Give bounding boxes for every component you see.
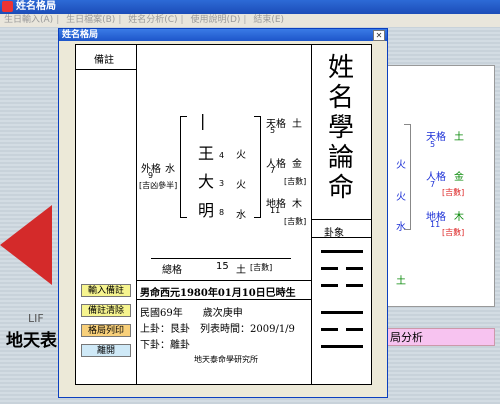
clear-note-button[interactable]: 備註清除 bbox=[81, 304, 131, 317]
ren-ge-label: 人格 bbox=[266, 159, 286, 170]
divider-right bbox=[311, 45, 312, 385]
zong-ge-element: 土 bbox=[236, 265, 246, 276]
name-char-2: 王 bbox=[198, 144, 215, 163]
app-titlebar: 姓名格局 bbox=[0, 0, 500, 14]
zong-ge-rule bbox=[151, 258, 291, 259]
ren-ge-tag: [吉數] bbox=[284, 177, 307, 186]
gua-line-3a bbox=[321, 284, 338, 287]
app-title: 姓名格局 bbox=[16, 1, 56, 12]
exit-button[interactable]: 離開 bbox=[81, 344, 131, 357]
divider-birth-top bbox=[136, 280, 311, 281]
gua-line-5a bbox=[321, 328, 338, 331]
sidebar-header: 備註 bbox=[94, 55, 114, 66]
zong-ge-label: 總格 bbox=[162, 265, 182, 276]
bg-el-3: 木 bbox=[454, 212, 464, 223]
footer-institute: 地天泰命學研究所 bbox=[194, 355, 258, 364]
page-heading: 姓名學論命 bbox=[328, 53, 358, 203]
wai-ge-element: 水 bbox=[165, 164, 175, 175]
gua-label: 卦象 bbox=[324, 228, 344, 239]
bg-ge-1: 天格 bbox=[426, 132, 446, 143]
print-chart-button[interactable]: 格局列印 bbox=[81, 324, 131, 337]
di-ge-element: 木 bbox=[292, 199, 302, 210]
heading-char: 名 bbox=[328, 83, 355, 113]
bg-el-2: 金 bbox=[454, 172, 464, 183]
gua-line-2b bbox=[346, 267, 363, 270]
element-3: 水 bbox=[236, 210, 246, 221]
heading-char: 命 bbox=[328, 173, 355, 203]
dialog-titlebar: 姓名格局 ✕ bbox=[59, 29, 387, 41]
lower-gua-info: 下卦：離卦 bbox=[140, 340, 190, 351]
menu-birth-file[interactable]: 生日檔案(B) bbox=[66, 15, 115, 25]
divider-gua-top bbox=[311, 219, 372, 220]
ren-ge-num: 7 bbox=[270, 166, 276, 175]
element-2: 火 bbox=[236, 180, 246, 191]
bg-bracket bbox=[404, 124, 411, 230]
ren-ge-element: 金 bbox=[292, 159, 302, 170]
menu-exit[interactable]: 結束(E) bbox=[253, 15, 284, 25]
gua-line-6 bbox=[321, 345, 363, 348]
tian-ge-label: 天格 bbox=[266, 119, 286, 130]
menu-birth-input[interactable]: 生日輸入(A) bbox=[4, 15, 53, 25]
bg-num-2: 7 bbox=[430, 180, 436, 189]
input-note-button[interactable]: 輸入備註 bbox=[81, 284, 131, 297]
heading-char: 論 bbox=[328, 143, 355, 173]
heading-char: 學 bbox=[328, 113, 355, 143]
menu-bar: 生日輸入(A) | 生日檔案(B) | 姓名分析(C) | 使用說明(D) | 結束(E… bbox=[0, 14, 500, 28]
divider-left bbox=[136, 45, 137, 385]
chart-sheet: 備註 輸入備註 備註清除 格局列印 離開 姓名學論命 卦象 | 王 大 明 4 … bbox=[75, 44, 372, 385]
stroke-3: 3 bbox=[219, 179, 225, 188]
background-window: 火 火 水 天格 土 5 人格 金 7 [吉數] 地格 木 11 [吉數] 土 bbox=[385, 65, 495, 307]
menu-help[interactable]: 使用說明(D) bbox=[190, 15, 240, 25]
background-small-text: LIF bbox=[28, 312, 44, 325]
name-char-3: 大 bbox=[198, 172, 215, 191]
stroke-2: 4 bbox=[219, 151, 225, 160]
birth-info: 男命西元1980年01月10日巳時生 bbox=[140, 288, 296, 299]
menu-name-analysis[interactable]: 姓名分析(C) bbox=[128, 15, 177, 25]
gua-line-3b bbox=[346, 284, 363, 287]
divider-sidebar-header bbox=[76, 69, 137, 70]
di-ge-num: 11 bbox=[270, 206, 281, 215]
bg-analysis-button[interactable]: 局分析 bbox=[385, 328, 495, 346]
red-arrow-decoration bbox=[0, 205, 52, 285]
element-1: 火 bbox=[236, 150, 246, 161]
name-char-4: 明 bbox=[198, 201, 215, 220]
name-chart-dialog: 姓名格局 ✕ 備註 輸入備註 備註清除 格局列印 離開 姓名學論命 卦象 | 王… bbox=[58, 28, 388, 398]
bg-tag-2: [吉數] bbox=[442, 188, 465, 197]
app-icon bbox=[2, 1, 13, 12]
bg-num-1: 5 bbox=[430, 140, 436, 149]
left-bracket bbox=[180, 116, 187, 218]
background-big-text: 地天表 bbox=[6, 331, 57, 351]
bg-ge-2: 人格 bbox=[426, 172, 446, 183]
gua-line-1 bbox=[321, 250, 363, 253]
bg-el-1: 土 bbox=[454, 132, 464, 143]
bg-num-3: 11 bbox=[430, 220, 441, 229]
tian-ge-num: 5 bbox=[270, 126, 276, 135]
year-info: 民國69年 歲次庚申 bbox=[140, 308, 243, 319]
di-ge-tag: [吉數] bbox=[284, 217, 307, 226]
name-char-1: | bbox=[200, 111, 206, 130]
dialog-title: 姓名格局 bbox=[62, 30, 99, 40]
zong-ge-num: 15 bbox=[216, 261, 229, 272]
right-bracket bbox=[254, 116, 261, 218]
zong-ge-tag: [吉數] bbox=[250, 263, 273, 272]
tian-ge-element: 土 bbox=[292, 119, 302, 130]
gua-line-4 bbox=[321, 311, 363, 314]
bg-extra-element: 土 bbox=[396, 276, 406, 287]
gua-line-5b bbox=[346, 328, 363, 331]
divider-birth-bottom bbox=[136, 299, 311, 300]
wai-ge-num: 9 bbox=[148, 171, 154, 180]
gua-line-2a bbox=[321, 267, 338, 270]
heading-char: 姓 bbox=[328, 53, 355, 83]
bg-tag-3: [吉數] bbox=[442, 228, 465, 237]
upper-gua-info: 上卦：艮卦 列表時間：2009/1/9 bbox=[140, 324, 295, 335]
wai-ge-tag: [吉凶參半] bbox=[139, 181, 178, 190]
close-icon[interactable]: ✕ bbox=[373, 30, 385, 41]
stroke-4: 8 bbox=[219, 208, 225, 217]
